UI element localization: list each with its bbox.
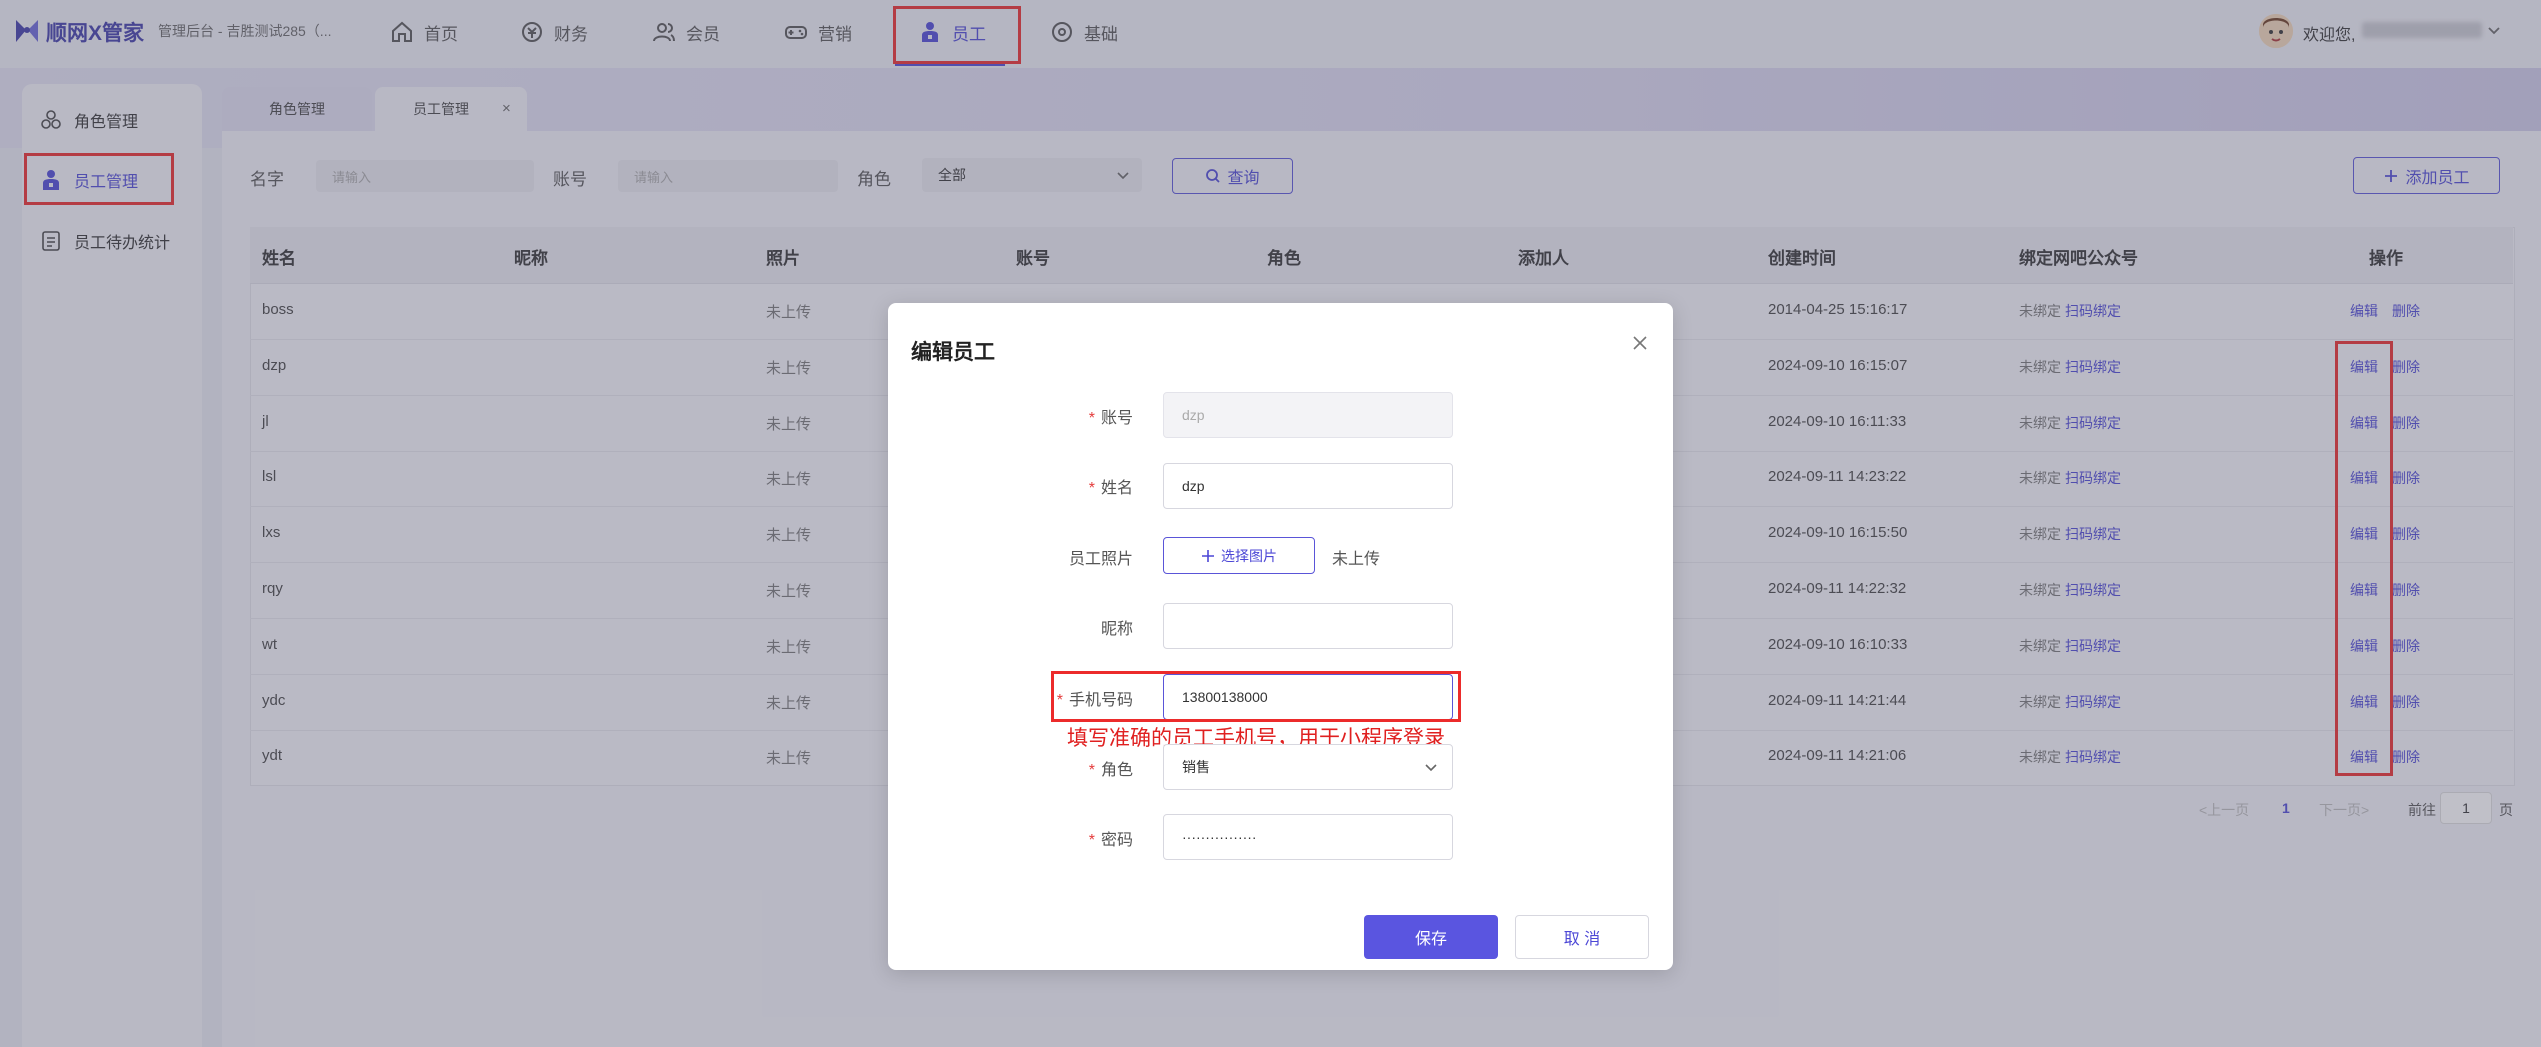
password-label: * 密码 (1088, 832, 1133, 849)
save-button[interactable]: 保存 (1364, 915, 1498, 959)
role-select-value: 销售 (1182, 759, 1210, 775)
name-field[interactable]: dzp (1163, 463, 1453, 509)
name-label: * 姓名 (1088, 480, 1133, 497)
photo-status: 未上传 (1332, 551, 1381, 568)
nickname-field[interactable] (1163, 603, 1453, 649)
close-icon[interactable] (1630, 333, 1650, 353)
choose-photo-label: 选择图片 (1221, 547, 1277, 564)
name-label-text: 姓名 (1100, 480, 1133, 497)
account-label-text: 账号 (1100, 410, 1133, 427)
password-field[interactable]: ················ (1163, 814, 1453, 860)
role-label-text: 角色 (1100, 762, 1133, 779)
modal-title: 编辑员工 (911, 341, 995, 364)
plus-icon (1202, 549, 1214, 562)
choose-photo-button[interactable]: 选择图片 (1163, 537, 1315, 574)
cancel-button[interactable]: 取 消 (1515, 915, 1649, 959)
password-label-text: 密码 (1100, 832, 1133, 849)
account-label: * 账号 (1088, 410, 1133, 427)
photo-label: 员工照片 (1068, 551, 1133, 568)
account-field: dzp (1163, 392, 1453, 438)
role-select[interactable]: 销售 (1163, 744, 1453, 790)
nickname-label: 昵称 (1100, 621, 1133, 638)
chevron-down-icon (1425, 764, 1437, 772)
highlight-box-phone (1051, 671, 1461, 722)
role-label: * 角色 (1088, 762, 1133, 779)
